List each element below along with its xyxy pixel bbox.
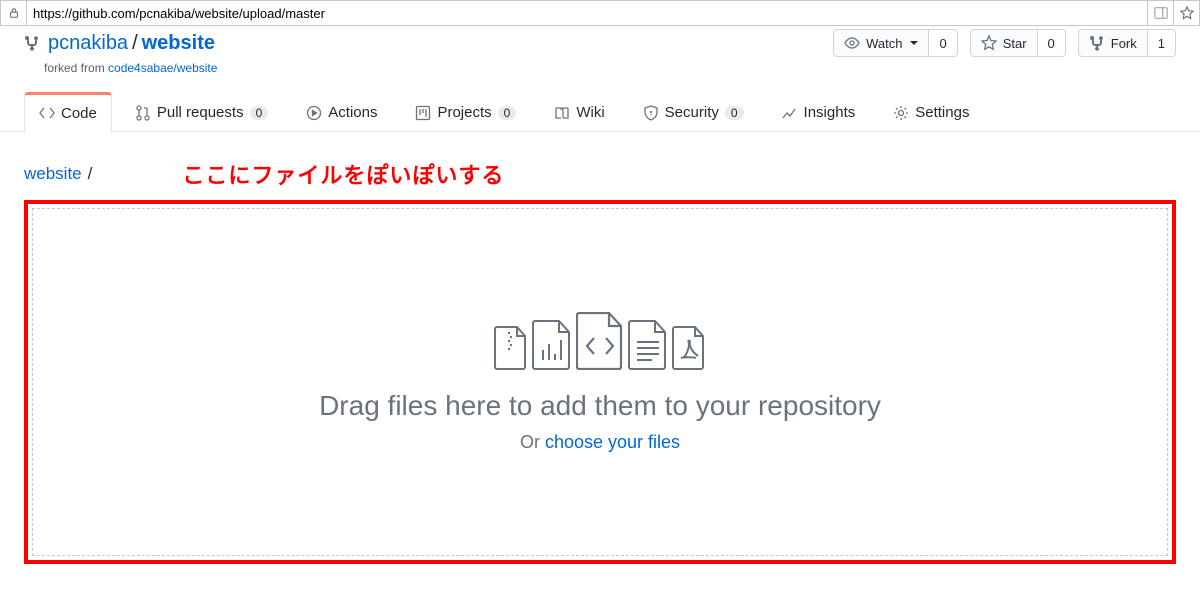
repo-name-link[interactable]: website bbox=[142, 32, 215, 55]
repo-header: pcnakiba / website Watch 0 Star 0 Fork 1 bbox=[0, 26, 1200, 57]
watch-group: Watch 0 bbox=[833, 29, 958, 57]
gear-icon bbox=[893, 105, 909, 121]
tab-code-label: Code bbox=[61, 105, 97, 122]
tab-settings[interactable]: Settings bbox=[878, 91, 984, 131]
file-type-icons bbox=[494, 312, 706, 370]
graph-icon bbox=[782, 105, 798, 121]
tab-insights[interactable]: Insights bbox=[767, 91, 871, 131]
file-dropzone[interactable]: Drag files here to add them to your repo… bbox=[32, 208, 1168, 556]
forked-prefix: forked from bbox=[44, 61, 108, 75]
repo-title: pcnakiba / website bbox=[24, 32, 215, 55]
file-pdf-icon bbox=[672, 326, 706, 370]
git-pull-request-icon bbox=[135, 105, 151, 121]
star-count[interactable]: 0 bbox=[1038, 29, 1066, 57]
play-circle-icon bbox=[306, 105, 322, 121]
tab-projects-label: Projects bbox=[437, 104, 491, 121]
tab-projects[interactable]: Projects 0 bbox=[400, 91, 531, 131]
lock-icon bbox=[1, 1, 27, 25]
repo-sep: / bbox=[132, 32, 138, 55]
repo-owner-link[interactable]: pcnakiba bbox=[48, 32, 128, 55]
tab-projects-count: 0 bbox=[498, 106, 517, 120]
forked-from-line: forked from code4sabae/website bbox=[0, 57, 1200, 91]
dropzone-wrapper: Drag files here to add them to your repo… bbox=[0, 200, 1200, 588]
shield-icon bbox=[643, 105, 659, 121]
book-icon bbox=[554, 105, 570, 121]
repo-forked-icon bbox=[24, 35, 40, 51]
tab-pulls-label: Pull requests bbox=[157, 104, 244, 121]
star-label: Star bbox=[1003, 36, 1027, 51]
dropzone-title: Drag files here to add them to your repo… bbox=[319, 390, 881, 422]
tab-insights-label: Insights bbox=[804, 104, 856, 121]
file-text-icon bbox=[628, 320, 668, 370]
code-icon bbox=[39, 105, 55, 121]
project-icon bbox=[415, 105, 431, 121]
tab-actions-label: Actions bbox=[328, 104, 377, 121]
tab-wiki[interactable]: Wiki bbox=[539, 91, 619, 131]
fork-icon bbox=[1089, 35, 1105, 51]
file-chart-icon bbox=[532, 320, 572, 370]
star-group: Star 0 bbox=[970, 29, 1066, 57]
watch-label: Watch bbox=[866, 36, 902, 51]
tab-settings-label: Settings bbox=[915, 104, 969, 121]
tab-wiki-label: Wiki bbox=[576, 104, 604, 121]
fork-button[interactable]: Fork bbox=[1078, 29, 1148, 57]
reader-icon[interactable] bbox=[1147, 1, 1173, 25]
file-zip-icon bbox=[494, 326, 528, 370]
watch-count[interactable]: 0 bbox=[929, 29, 957, 57]
tab-pulls[interactable]: Pull requests 0 bbox=[120, 91, 283, 131]
browser-url-bar[interactable]: https://github.com/pcnakiba/website/uplo… bbox=[0, 0, 1200, 26]
repo-tabs: Code Pull requests 0 Actions Projects 0 … bbox=[0, 91, 1200, 132]
star-button[interactable]: Star bbox=[970, 29, 1038, 57]
star-icon bbox=[981, 35, 997, 51]
breadcrumb-root[interactable]: website bbox=[24, 164, 82, 184]
annotation-text: ここにファイルをぽいぽいする bbox=[182, 158, 504, 190]
forked-from-link[interactable]: code4sabae/website bbox=[108, 61, 217, 75]
url-text[interactable]: https://github.com/pcnakiba/website/uplo… bbox=[27, 6, 1147, 21]
eye-icon bbox=[844, 35, 860, 51]
tab-security-label: Security bbox=[665, 104, 719, 121]
repo-actions: Watch 0 Star 0 Fork 1 bbox=[833, 29, 1176, 57]
choose-files-link[interactable]: choose your files bbox=[545, 432, 680, 452]
tab-code[interactable]: Code bbox=[24, 92, 112, 132]
breadcrumb-sep: / bbox=[88, 164, 93, 184]
file-code-icon bbox=[576, 312, 624, 370]
browser-right-icons bbox=[1147, 1, 1199, 25]
fork-group: Fork 1 bbox=[1078, 29, 1176, 57]
tab-security-count: 0 bbox=[725, 106, 744, 120]
annotation-highlight-box: Drag files here to add them to your repo… bbox=[24, 200, 1176, 564]
fork-label: Fork bbox=[1111, 36, 1137, 51]
star-outline-icon[interactable] bbox=[1173, 1, 1199, 25]
tab-actions[interactable]: Actions bbox=[291, 91, 392, 131]
tab-pulls-count: 0 bbox=[250, 106, 269, 120]
watch-button[interactable]: Watch bbox=[833, 29, 929, 57]
subheader: website / ここにファイルをぽいぽいする bbox=[0, 132, 1200, 200]
dropzone-subtext: Or choose your files bbox=[520, 432, 680, 453]
caret-down-icon bbox=[910, 41, 918, 45]
tab-security[interactable]: Security 0 bbox=[628, 91, 759, 131]
dropzone-or: Or bbox=[520, 432, 545, 452]
fork-count[interactable]: 1 bbox=[1148, 29, 1176, 57]
